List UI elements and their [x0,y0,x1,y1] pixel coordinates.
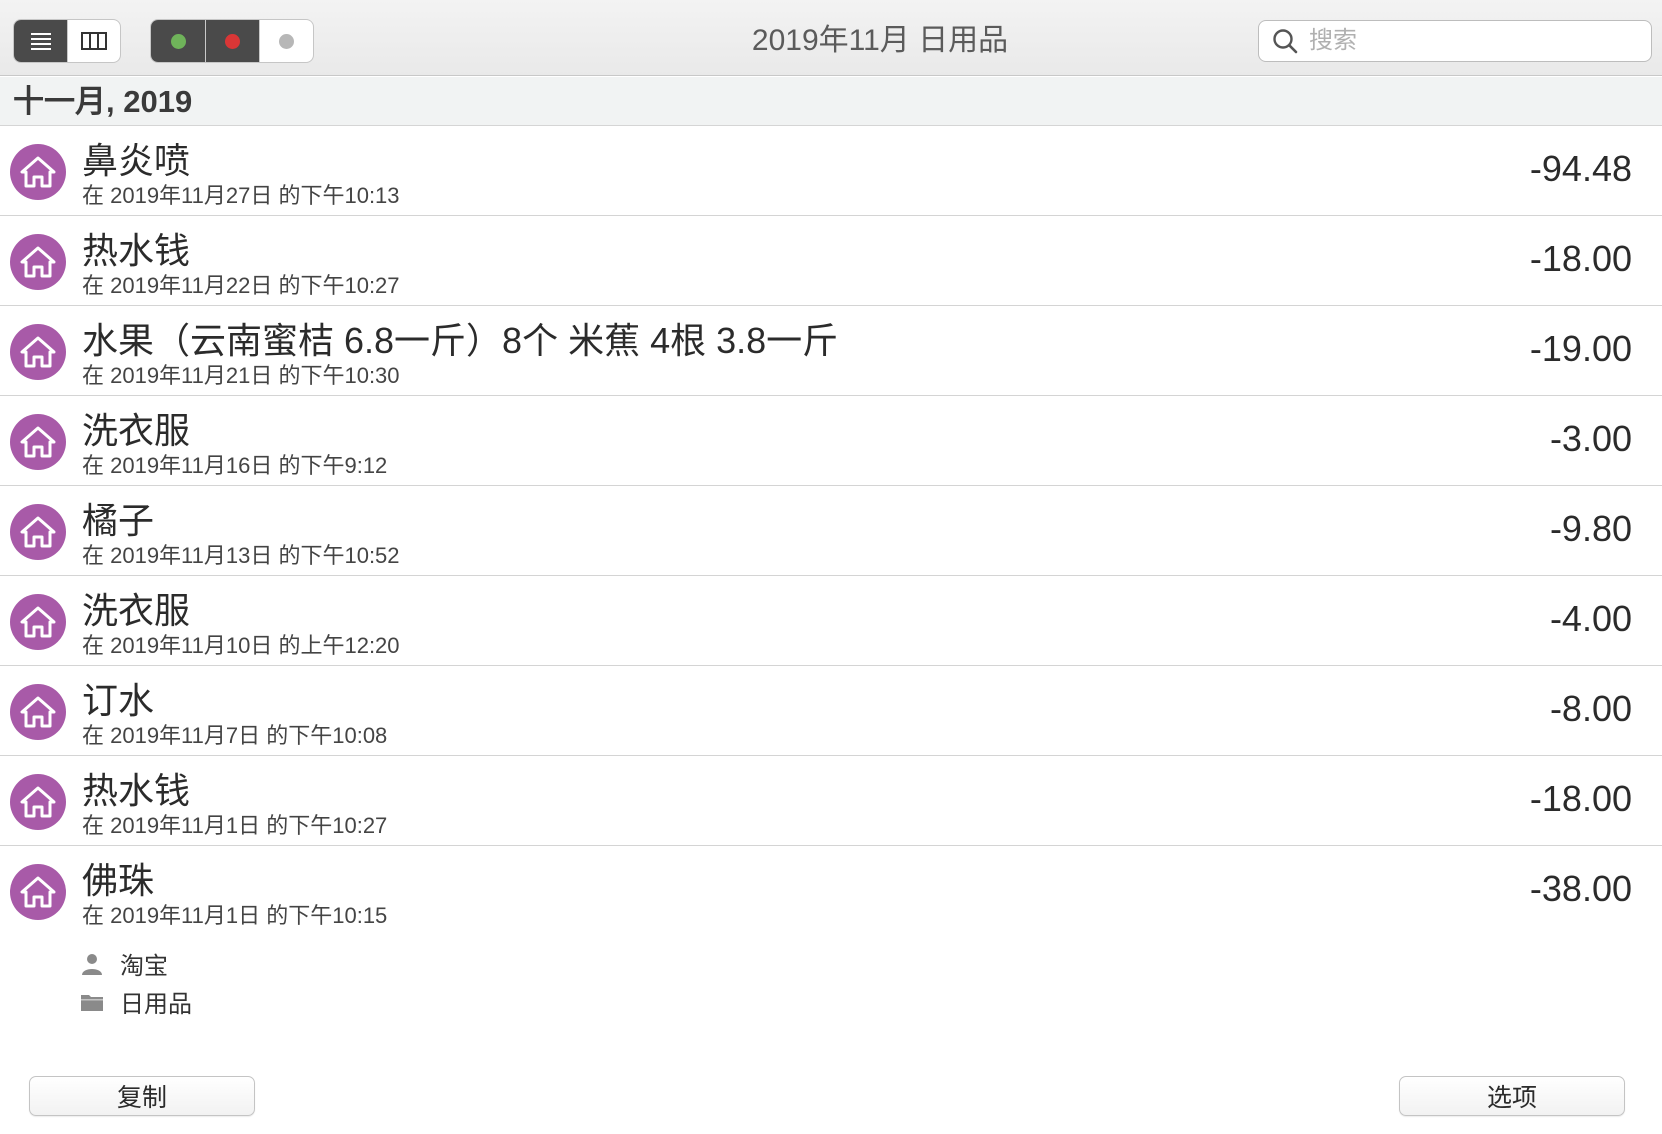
app-window: 2019年11月 日用品 十一月, 2019 鼻炎喷 在 2019年11月27日… [0,0,1662,1134]
category-avatar [10,234,66,290]
transaction-title: 橘子 [82,500,155,541]
filter-gray-button[interactable] [259,20,313,62]
transaction-row[interactable]: 鼻炎喷 在 2019年11月27日 的下午10:13 -94.48 [0,126,1662,216]
transaction-amount: -3.00 [1549,418,1632,459]
transaction-date: 在 2019年11月22日 的下午10:27 [82,273,400,298]
list-view-button[interactable] [14,20,67,62]
toolbar: 2019年11月 日用品 [0,0,1662,76]
category-avatar [10,324,66,380]
transaction-list: 鼻炎喷 在 2019年11月27日 的下午10:13 -94.48 热水钱 在 … [0,126,1662,936]
category-avatar [10,774,66,830]
transaction-title: 水果（云南蜜桔 6.8一斤）8个 米蕉 4根 3.8一斤 [82,320,839,361]
gray-dot-icon [279,33,294,49]
transaction-category: 日用品 [80,984,192,1019]
transaction-amount: -18.00 [1529,778,1632,819]
search-input[interactable] [1307,26,1631,56]
transaction-row-selected[interactable]: 佛珠 在 2019年11月1日 的下午10:15 -38.00 [0,846,1662,936]
transaction-amount: -18.00 [1529,238,1632,279]
transaction-title: 热水钱 [82,770,191,811]
copy-button[interactable]: 复制 [29,1076,255,1116]
transaction-date: 在 2019年11月10日 的上午12:20 [82,633,400,658]
transaction-row[interactable]: 热水钱 在 2019年11月22日 的下午10:27 -18.00 [0,216,1662,306]
home-icon [20,156,56,188]
transaction-date: 在 2019年11月1日 的下午10:15 [82,903,388,928]
category-avatar [10,864,66,920]
category-avatar [10,414,66,470]
columns-view-button[interactable] [67,20,120,62]
home-icon [20,606,56,638]
transaction-title: 鼻炎喷 [82,140,191,181]
transaction-title: 订水 [82,680,155,721]
search-icon [1273,29,1298,54]
transaction-date: 在 2019年11月16日 的下午9:12 [82,453,388,478]
transaction-title: 洗衣服 [82,410,191,451]
transaction-amount: -9.80 [1549,508,1632,549]
transaction-row[interactable]: 水果（云南蜜桔 6.8一斤）8个 米蕉 4根 3.8一斤 在 2019年11月2… [0,306,1662,396]
folder-icon [81,994,103,1011]
transaction-date: 在 2019年11月21日 的下午10:30 [82,363,400,388]
search-field[interactable] [1258,20,1652,62]
home-icon [20,336,56,368]
transaction-date: 在 2019年11月13日 的下午10:52 [82,543,400,568]
transaction-row[interactable]: 橘子 在 2019年11月13日 的下午10:52 -9.80 [0,486,1662,576]
section-header-month: 十一月, 2019 [0,77,1662,126]
home-icon [20,786,56,818]
category-avatar [10,594,66,650]
filter-green-button[interactable] [151,20,205,62]
category-label: 日用品 [120,991,192,1018]
home-icon [20,246,56,278]
category-avatar [10,144,66,200]
options-button[interactable]: 选项 [1399,1076,1625,1116]
green-dot-icon [170,33,186,49]
transaction-row[interactable]: 订水 在 2019年11月7日 的下午10:08 -8.00 [0,666,1662,756]
columns-view-icon [81,32,107,50]
transaction-amount: -8.00 [1549,688,1632,729]
transaction-date: 在 2019年11月1日 的下午10:27 [82,813,388,838]
payee-label: 淘宝 [120,953,168,980]
transaction-amount: -94.48 [1529,148,1632,189]
status-filter-segmented-control [151,20,313,62]
transaction-title: 洗衣服 [82,590,191,631]
view-mode-segmented-control [14,20,120,62]
list-view-icon [30,33,51,50]
person-icon [82,953,102,975]
transaction-title: 热水钱 [82,230,191,271]
window-title: 2019年11月 日用品 [751,24,1009,57]
home-icon [20,426,56,458]
transaction-payee: 淘宝 [80,946,168,981]
home-icon [20,516,56,548]
transaction-row[interactable]: 热水钱 在 2019年11月1日 的下午10:27 -18.00 [0,756,1662,846]
transaction-title: 佛珠 [82,860,155,901]
home-icon [20,876,56,908]
category-avatar [10,684,66,740]
filter-red-button[interactable] [205,20,259,62]
home-icon [20,696,56,728]
transaction-date: 在 2019年11月27日 的下午10:13 [82,183,400,208]
transaction-amount: -19.00 [1529,328,1632,369]
category-avatar [10,504,66,560]
transaction-amount: -4.00 [1549,598,1632,639]
transaction-row[interactable]: 洗衣服 在 2019年11月10日 的上午12:20 -4.00 [0,576,1662,666]
transaction-date: 在 2019年11月7日 的下午10:08 [82,723,388,748]
transaction-amount: -38.00 [1529,868,1632,909]
transaction-row[interactable]: 洗衣服 在 2019年11月16日 的下午9:12 -3.00 [0,396,1662,486]
red-dot-icon [225,33,240,49]
